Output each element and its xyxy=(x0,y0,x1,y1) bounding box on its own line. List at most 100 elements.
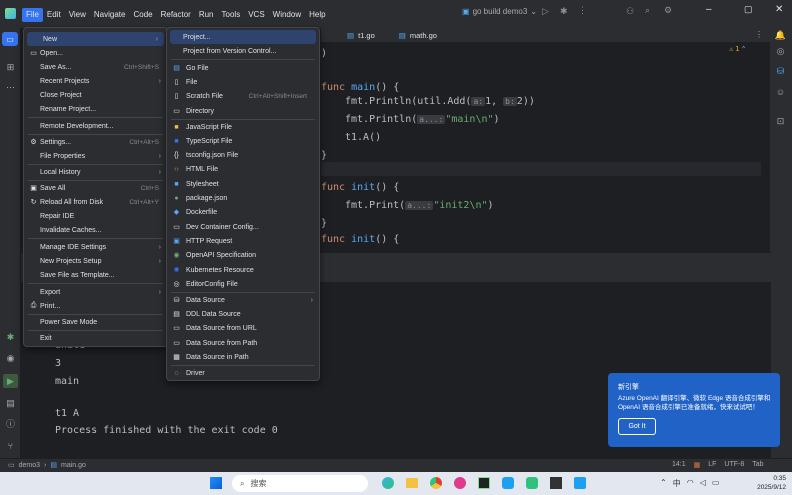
tab-math-go[interactable]: ▤ math.go xyxy=(387,31,449,40)
menu-vcs[interactable]: VCS xyxy=(244,8,268,22)
maximize-icon[interactable]: ▢ xyxy=(744,4,753,15)
ime-indicator[interactable]: 中 xyxy=(673,478,681,489)
menu-item-remote-development[interactable]: Remote Development... xyxy=(24,119,167,133)
edge-icon[interactable] xyxy=(382,477,394,489)
menu-item-data-source-in-path[interactable]: ▦ Data Source in Path xyxy=(167,350,319,364)
warning-indicator[interactable]: ⚠ 1 ⌃ xyxy=(729,45,746,53)
close-icon[interactable]: ✕ xyxy=(775,4,783,15)
menu-item-exit[interactable]: Exit xyxy=(24,331,167,345)
menu-item-reload-all[interactable]: ↻ Reload All from Disk Ctrl+Alt+Y xyxy=(24,195,167,209)
database-icon[interactable]: ⛁ xyxy=(775,66,786,77)
menu-item-html-file[interactable]: ‹› HTML File xyxy=(167,162,319,176)
menu-item-local-history[interactable]: Local History › xyxy=(24,165,167,179)
services-icon[interactable]: ◉ xyxy=(5,353,16,364)
cursor-position[interactable]: 14:1 xyxy=(672,461,686,469)
vscode-icon[interactable] xyxy=(574,477,586,489)
search-icon[interactable]: ⌕ xyxy=(645,5,650,16)
menu-item-recent-projects[interactable]: Recent Projects › xyxy=(24,74,167,88)
menu-view[interactable]: View xyxy=(65,8,90,22)
menu-item-go-file[interactable]: ▤ Go File xyxy=(167,61,319,75)
got-it-button[interactable]: Got It xyxy=(618,418,656,435)
browser-icon[interactable] xyxy=(454,477,466,489)
more-icon[interactable]: ⋮ xyxy=(578,5,587,16)
minimize-icon[interactable]: – xyxy=(706,4,712,15)
menu-item-scratch-file[interactable]: ▯ Scratch File Ctrl+Alt+Shift+Insert xyxy=(167,89,319,103)
menu-item-package-json[interactable]: ● package.json xyxy=(167,191,319,205)
breadcrumb-project[interactable]: demo3 xyxy=(19,462,40,469)
structure-icon[interactable]: ⊞ xyxy=(5,62,16,73)
menu-item-invalidate-caches[interactable]: Invalidate Caches... xyxy=(24,223,167,237)
settings-icon[interactable]: ⚙ xyxy=(664,5,672,16)
menu-item-project[interactable]: Project... xyxy=(170,30,316,44)
volume-icon[interactable]: ◁ xyxy=(700,478,706,489)
menu-item-save-file-as-template[interactable]: Save File as Template... xyxy=(24,268,167,282)
menu-item-print[interactable]: ⎙ Print... xyxy=(24,299,167,313)
problems-icon[interactable]: ⓘ xyxy=(5,418,16,429)
menu-item-settings[interactable]: ⚙ Settings... Ctrl+Alt+S xyxy=(24,135,167,149)
more-tabs-icon[interactable]: ⋮ xyxy=(755,30,763,39)
copilot-icon[interactable]: ☺ xyxy=(775,86,786,97)
menu-item-data-source[interactable]: ⛁ Data Source › xyxy=(167,293,319,307)
menu-item-file[interactable]: ▯ File xyxy=(167,75,319,89)
menu-item-ddl-data-source[interactable]: ▤ DDL Data Source xyxy=(167,307,319,321)
menu-item-manage-ide-settings[interactable]: Manage IDE Settings › xyxy=(24,240,167,254)
run-tool-icon[interactable]: ▶ xyxy=(3,374,18,388)
run-icon[interactable]: ▷ xyxy=(542,6,549,17)
menu-item-tsconfig-file[interactable]: {} tsconfig.json File xyxy=(167,148,319,162)
add-user-icon[interactable]: ⚇ xyxy=(626,6,634,17)
code-editor[interactable]: ⚠ 1 ⌃ ) func main() { fmt.Println(util.A… xyxy=(321,42,770,252)
indent-setting[interactable]: Tab xyxy=(752,461,763,469)
menu-navigate[interactable]: Navigate xyxy=(90,8,130,22)
menu-item-directory[interactable]: ▭ Directory xyxy=(167,104,319,118)
menu-item-dockerfile[interactable]: ◆ Dockerfile xyxy=(167,205,319,219)
file-encoding[interactable]: UTF-8 xyxy=(724,461,744,469)
ai-assistant-icon[interactable]: ◎ xyxy=(775,46,786,57)
menu-item-data-source-from-path[interactable]: ▭ Data Source from Path xyxy=(167,336,319,350)
clock[interactable]: 0:35 2025/9/12 xyxy=(746,474,786,492)
menu-item-kubernetes-resource[interactable]: ✺ Kubernetes Resource xyxy=(167,263,319,277)
chrome-icon[interactable] xyxy=(430,477,442,489)
battery-icon[interactable]: ▭ xyxy=(712,478,720,489)
menu-item-new-projects-setup[interactable]: New Projects Setup › xyxy=(24,254,167,268)
terminal-app-icon[interactable] xyxy=(550,477,562,489)
menu-edit[interactable]: Edit xyxy=(43,8,65,22)
menu-item-close-project[interactable]: Close Project xyxy=(24,88,167,102)
menu-item-typescript-file[interactable]: ■ TypeScript File xyxy=(167,134,319,148)
menu-item-stylesheet[interactable]: ■ Stylesheet xyxy=(167,177,319,191)
goland-icon[interactable] xyxy=(478,477,490,489)
menu-item-save-all[interactable]: ▣ Save All Ctrl+S xyxy=(24,181,167,195)
git-icon[interactable]: ⑂ xyxy=(5,440,16,451)
chevron-up-icon[interactable]: ⌃ xyxy=(660,478,667,489)
more-tools-icon[interactable]: ⋯ xyxy=(5,82,16,93)
menu-item-dev-container-config[interactable]: ▭ Dev Container Config... xyxy=(167,220,319,234)
app-icon[interactable] xyxy=(502,477,514,489)
debug-icon[interactable]: ✱ xyxy=(560,6,568,17)
menu-item-save-as[interactable]: Save As... Ctrl+Shift+S xyxy=(24,60,167,74)
menu-code[interactable]: Code xyxy=(129,8,156,22)
tab-t1-go[interactable]: ▤ t1.go xyxy=(335,31,387,40)
menu-run[interactable]: Run xyxy=(195,8,218,22)
line-separator[interactable]: LF xyxy=(708,461,716,469)
terminal-icon[interactable]: ▤ xyxy=(5,398,16,409)
menu-item-javascript-file[interactable]: ■ JavaScript File xyxy=(167,120,319,134)
menu-refactor[interactable]: Refactor xyxy=(157,8,195,22)
menu-item-http-request[interactable]: ▣ HTTP Request xyxy=(167,234,319,248)
run-config-selector[interactable]: ▣ go build demo3 ⌄ xyxy=(462,7,537,16)
menu-item-file-properties[interactable]: File Properties › xyxy=(24,149,167,163)
menu-item-openapi-spec[interactable]: ◉ OpenAPI Specification xyxy=(167,248,319,262)
taskbar-search[interactable]: ⌕ 搜索 xyxy=(232,475,368,492)
menu-item-power-save-mode[interactable]: Power Save Mode xyxy=(24,315,167,329)
breadcrumb-file[interactable]: main.go xyxy=(61,462,86,469)
project-tool-icon[interactable]: ▭ xyxy=(2,32,18,46)
menu-item-new[interactable]: New › xyxy=(27,32,164,46)
menu-file[interactable]: File xyxy=(22,8,43,22)
menu-item-project-from-vcs[interactable]: Project from Version Control... xyxy=(167,44,319,58)
menu-item-data-source-from-url[interactable]: ▭ Data Source from URL xyxy=(167,321,319,335)
windows-start-icon[interactable] xyxy=(210,477,222,489)
menu-tools[interactable]: Tools xyxy=(218,8,245,22)
menu-item-repair-ide[interactable]: Repair IDE xyxy=(24,209,167,223)
bug-icon[interactable]: ✱ xyxy=(5,332,16,343)
menu-item-open[interactable]: ▭ Open... xyxy=(24,46,167,60)
menu-item-driver[interactable]: ◌ Driver xyxy=(167,366,319,380)
menu-item-rename-project[interactable]: Rename Project... xyxy=(24,102,167,116)
